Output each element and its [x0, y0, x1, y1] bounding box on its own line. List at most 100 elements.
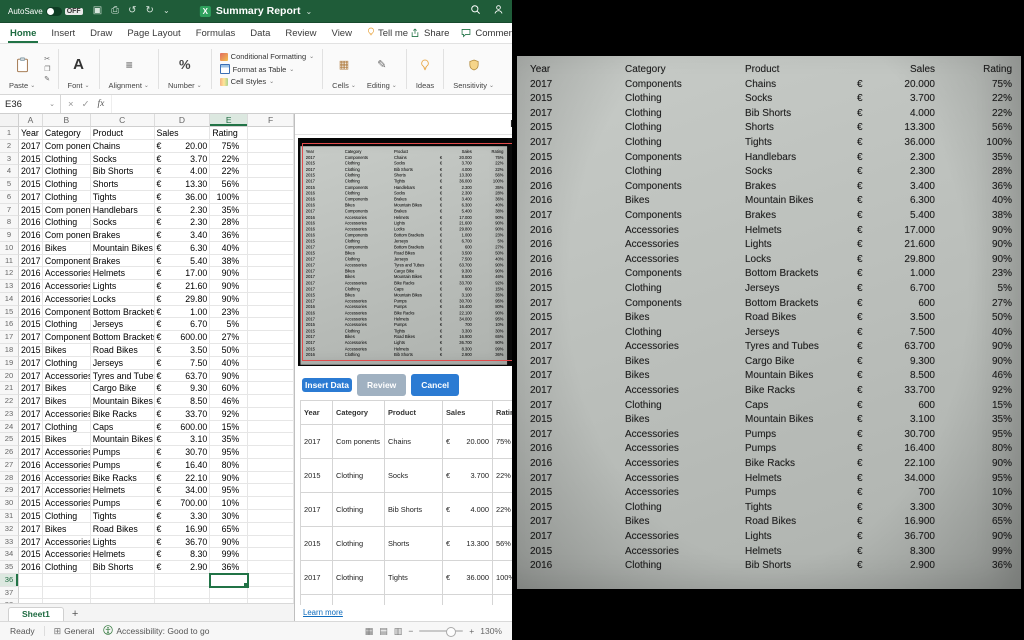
cell-B27[interactable]: Accessories: [43, 459, 91, 472]
cell-F30[interactable]: [248, 497, 294, 510]
cell-F25[interactable]: [248, 433, 294, 446]
cell-D14[interactable]: €29.80: [155, 293, 211, 306]
cell-A8[interactable]: 2016: [19, 216, 43, 229]
save-icon[interactable]: ▣: [93, 6, 102, 16]
cell-B28[interactable]: Accessories: [43, 472, 91, 485]
sheet-tab[interactable]: Sheet1: [8, 607, 64, 621]
cell-F2[interactable]: [248, 140, 294, 153]
zoom-level[interactable]: 130%: [480, 626, 502, 636]
cell-A7[interactable]: 2015: [19, 204, 43, 217]
cell-B4[interactable]: Clothing: [43, 165, 91, 178]
cell-D12[interactable]: €17.00: [155, 267, 211, 280]
cell-E25[interactable]: 35%: [210, 433, 248, 446]
tab-page-layout[interactable]: Page Layout: [125, 23, 182, 43]
cell-C9[interactable]: Brakes: [91, 229, 155, 242]
cell-E11[interactable]: 38%: [210, 255, 248, 268]
cell-F1[interactable]: [248, 127, 294, 140]
cell-D17[interactable]: €600.00: [155, 331, 211, 344]
preview-cell[interactable]: 2015: [301, 459, 333, 493]
cell-F31[interactable]: [248, 510, 294, 523]
row-header-26[interactable]: 26: [0, 446, 19, 459]
preview-cell[interactable]: 2015: [301, 527, 333, 561]
cell-F10[interactable]: [248, 242, 294, 255]
cell-C4[interactable]: Bib Shorts: [91, 165, 155, 178]
preview-cell[interactable]: Clothing: [333, 561, 385, 595]
cell-B36[interactable]: [43, 574, 91, 587]
preview-cell[interactable]: €2.300: [443, 595, 493, 605]
cell-E15[interactable]: 23%: [210, 306, 248, 319]
tab-data[interactable]: Data: [248, 23, 272, 43]
cell-E7[interactable]: 35%: [210, 204, 248, 217]
cell-A18[interactable]: 2015: [19, 344, 43, 357]
cell-D8[interactable]: €2.30: [155, 216, 211, 229]
row-header-28[interactable]: 28: [0, 472, 19, 485]
cell-D7[interactable]: €2.30: [155, 204, 211, 217]
cell-B5[interactable]: Clothing: [43, 178, 91, 191]
preview-cell[interactable]: €36.000: [443, 561, 493, 595]
cell-B18[interactable]: Bikes: [43, 344, 91, 357]
redo-icon[interactable]: ↻: [146, 6, 154, 16]
cell-B2[interactable]: Com ponents: [43, 140, 91, 153]
cell-A31[interactable]: 2015: [19, 510, 43, 523]
row-header-18[interactable]: 18: [0, 344, 19, 357]
cell-D33[interactable]: €36.70: [155, 536, 211, 549]
cell-D34[interactable]: €8.30: [155, 548, 211, 561]
cell-E14[interactable]: 90%: [210, 293, 248, 306]
cell-C24[interactable]: Caps: [91, 421, 155, 434]
cell-C25[interactable]: Mountain Bikes: [91, 433, 155, 446]
preview-cell[interactable]: €4.000: [443, 493, 493, 527]
row-header-9[interactable]: 9: [0, 229, 19, 242]
cell-E23[interactable]: 92%: [210, 408, 248, 421]
cell-C27[interactable]: Pumps: [91, 459, 155, 472]
cell-D4[interactable]: €4.00: [155, 165, 211, 178]
zoom-slider[interactable]: [419, 630, 463, 632]
cell-A13[interactable]: 2016: [19, 280, 43, 293]
cell-F32[interactable]: [248, 523, 294, 536]
row-header-11[interactable]: 11: [0, 255, 19, 268]
row-header-15[interactable]: 15: [0, 306, 19, 319]
learn-more-link[interactable]: Learn more: [303, 608, 343, 617]
column-header-E[interactable]: E: [210, 114, 248, 127]
alignment-group-button[interactable]: ≡ Alignment⌄: [106, 46, 152, 92]
normal-view-icon[interactable]: ▦: [365, 626, 374, 637]
cell-C31[interactable]: Tights: [91, 510, 155, 523]
cell-C1[interactable]: Product: [91, 127, 155, 140]
tab-tell-me[interactable]: Tell me: [365, 23, 410, 43]
zoom-in-icon[interactable]: +: [469, 626, 474, 636]
cell-F22[interactable]: [248, 395, 294, 408]
cell-C6[interactable]: Tights: [91, 191, 155, 204]
preview-cell[interactable]: Bib Shorts: [385, 493, 443, 527]
row-header-22[interactable]: 22: [0, 395, 19, 408]
cell-E31[interactable]: 30%: [210, 510, 248, 523]
cell-B31[interactable]: Clothing: [43, 510, 91, 523]
cell-F15[interactable]: [248, 306, 294, 319]
cell-A17[interactable]: 2017: [19, 331, 43, 344]
cell-F9[interactable]: [248, 229, 294, 242]
cell-A29[interactable]: 2017: [19, 484, 43, 497]
account-person-icon[interactable]: [493, 2, 504, 20]
cell-E28[interactable]: 90%: [210, 472, 248, 485]
cell-B13[interactable]: Accessories: [43, 280, 91, 293]
cell-F36[interactable]: [248, 574, 294, 587]
cell-F20[interactable]: [248, 370, 294, 383]
cell-D2[interactable]: €20.00: [155, 140, 211, 153]
row-header-37[interactable]: 37: [0, 587, 19, 600]
cell-E16[interactable]: 5%: [210, 318, 248, 331]
preview-cell[interactable]: 2017: [301, 493, 333, 527]
cell-E29[interactable]: 95%: [210, 484, 248, 497]
preview-cell[interactable]: Com ponents: [333, 425, 385, 459]
cell-E1[interactable]: Rating: [210, 127, 248, 140]
share-button[interactable]: Share: [410, 28, 449, 39]
preview-cell[interactable]: Socks: [385, 459, 443, 493]
preview-cell[interactable]: €13.300: [443, 527, 493, 561]
cell-F29[interactable]: [248, 484, 294, 497]
cell-E35[interactable]: 36%: [210, 561, 248, 574]
cell-A28[interactable]: 2016: [19, 472, 43, 485]
cell-C20[interactable]: Tyres and Tubes: [91, 370, 155, 383]
row-header-31[interactable]: 31: [0, 510, 19, 523]
cell-E37[interactable]: [210, 587, 248, 600]
cell-F4[interactable]: [248, 165, 294, 178]
cell-C28[interactable]: Bike Racks: [91, 472, 155, 485]
search-icon[interactable]: [470, 2, 481, 20]
cell-F8[interactable]: [248, 216, 294, 229]
